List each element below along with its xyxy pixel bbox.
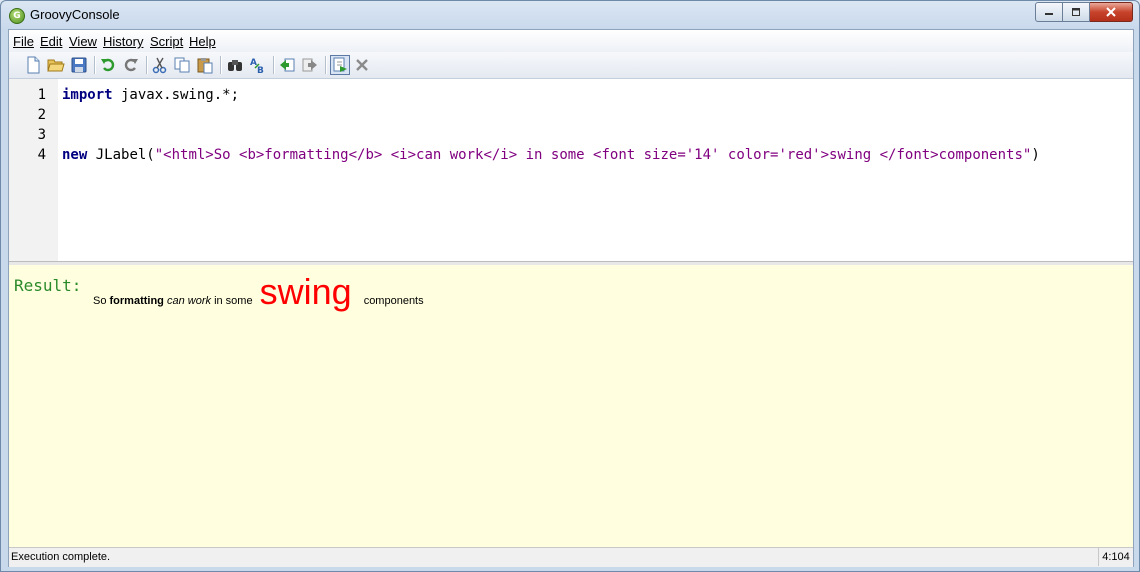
result-text-in-some: in some — [214, 295, 256, 307]
open-button[interactable] — [46, 55, 66, 75]
paste-button[interactable] — [195, 55, 215, 75]
menu-edit-label: Edit — [40, 34, 63, 49]
closing-paren: ) — [1031, 147, 1040, 163]
toolbar-separator — [94, 56, 96, 74]
import-statement: javax.swing.*; — [112, 87, 240, 103]
clipboard-icon — [197, 58, 213, 74]
svg-text:B: B — [257, 66, 264, 74]
toolbar: AB — [9, 52, 1133, 79]
close-icon — [1106, 7, 1116, 17]
menu-history-label: History — [103, 34, 144, 49]
window-title: GroovyConsole — [30, 7, 120, 22]
toolbar-separator — [146, 56, 148, 74]
output-pane[interactable]: Result: So formatting can work in some s… — [9, 265, 1133, 547]
next-history-button[interactable] — [300, 55, 320, 75]
line-number: 3 — [37, 127, 46, 143]
folder-open-icon — [47, 59, 65, 72]
menu-edit[interactable]: Edit — [40, 34, 62, 49]
menu-script[interactable]: Script — [150, 34, 183, 49]
result-text-swing: swing — [259, 271, 352, 312]
toolbar-separator — [220, 56, 222, 74]
keyword-import: import — [62, 87, 113, 103]
code-line-4[interactable]: new JLabel("<html>So <b>formatting</b> <… — [62, 147, 1040, 163]
status-bar: Execution complete. 4:104 — [9, 547, 1133, 567]
minimize-icon — [1045, 13, 1053, 15]
copy-button[interactable] — [172, 55, 192, 75]
result-text-formatting: formatting — [109, 295, 164, 307]
menu-file-label: File — [13, 34, 34, 49]
restore-icon — [1072, 8, 1080, 16]
result-text-components: components — [363, 295, 424, 307]
find-button[interactable] — [225, 55, 245, 75]
menu-bar: File Edit View History Script Help — [9, 30, 1133, 52]
undo-button[interactable] — [98, 55, 118, 75]
toolbar-separator — [273, 56, 275, 74]
groovy-console-window: G GroovyConsole File Edit View History S… — [0, 0, 1140, 572]
keyword-new: new — [62, 147, 88, 163]
save-icon — [71, 57, 87, 73]
copy-icon — [174, 57, 190, 73]
line-number: 1 — [37, 87, 46, 103]
menu-script-label: Script — [150, 34, 184, 49]
script-editor[interactable]: 1 2 3 4 import javax.swing.*; new JLabel… — [9, 79, 1133, 262]
cut-button[interactable] — [150, 55, 170, 75]
menu-help-label: Help — [189, 34, 216, 49]
replace-icon: AB — [250, 58, 264, 74]
main-panel: File Edit View History Script Help A B 1… — [8, 29, 1134, 567]
groovy-app-icon: G — [9, 8, 25, 24]
undo-icon — [101, 58, 115, 72]
maximize-button[interactable] — [1063, 2, 1090, 22]
toolbar-separator — [325, 56, 327, 74]
scissors-icon — [152, 57, 167, 74]
stop-x-icon — [356, 59, 368, 71]
close-button[interactable] — [1090, 2, 1133, 22]
new-file-button[interactable] — [23, 55, 43, 75]
history-forward-icon — [302, 58, 317, 72]
menu-file[interactable]: File — [13, 34, 34, 49]
history-back-icon — [280, 58, 295, 72]
binoculars-icon — [228, 60, 242, 71]
line-number: 4 — [37, 147, 46, 163]
code-line-1[interactable]: import javax.swing.*; — [62, 87, 239, 103]
new-file-icon — [27, 56, 40, 74]
result-text-can-work: can work — [166, 295, 211, 307]
interrupt-button[interactable] — [352, 55, 372, 75]
previous-history-button[interactable] — [277, 55, 297, 75]
redo-button[interactable] — [121, 55, 141, 75]
menu-view-label: View — [69, 34, 97, 49]
menu-help[interactable]: Help — [189, 34, 216, 49]
redo-icon — [124, 58, 138, 72]
run-script-button[interactable] — [330, 55, 350, 75]
caret-position: 4:104 — [1098, 548, 1133, 566]
menu-history[interactable]: History — [103, 34, 143, 49]
run-script-icon — [333, 57, 347, 72]
line-number: 2 — [37, 107, 46, 123]
string-literal: "<html>So <b>formatting</b> <i>can work<… — [154, 147, 1032, 163]
replace-button[interactable]: AB — [248, 55, 268, 75]
status-message: Execution complete. — [11, 551, 111, 563]
menu-view[interactable]: View — [69, 34, 97, 49]
save-button[interactable] — [69, 55, 89, 75]
result-text-so: So — [93, 295, 110, 307]
minimize-button[interactable] — [1035, 2, 1063, 22]
result-label: Result: — [14, 276, 82, 295]
rendered-jlabel: So formatting can work in some swing com… — [93, 271, 424, 313]
line-number-gutter: 1 2 3 4 — [9, 79, 58, 261]
constructor-call: JLabel( — [87, 147, 155, 163]
title-bar[interactable]: G GroovyConsole — [1, 1, 1139, 29]
